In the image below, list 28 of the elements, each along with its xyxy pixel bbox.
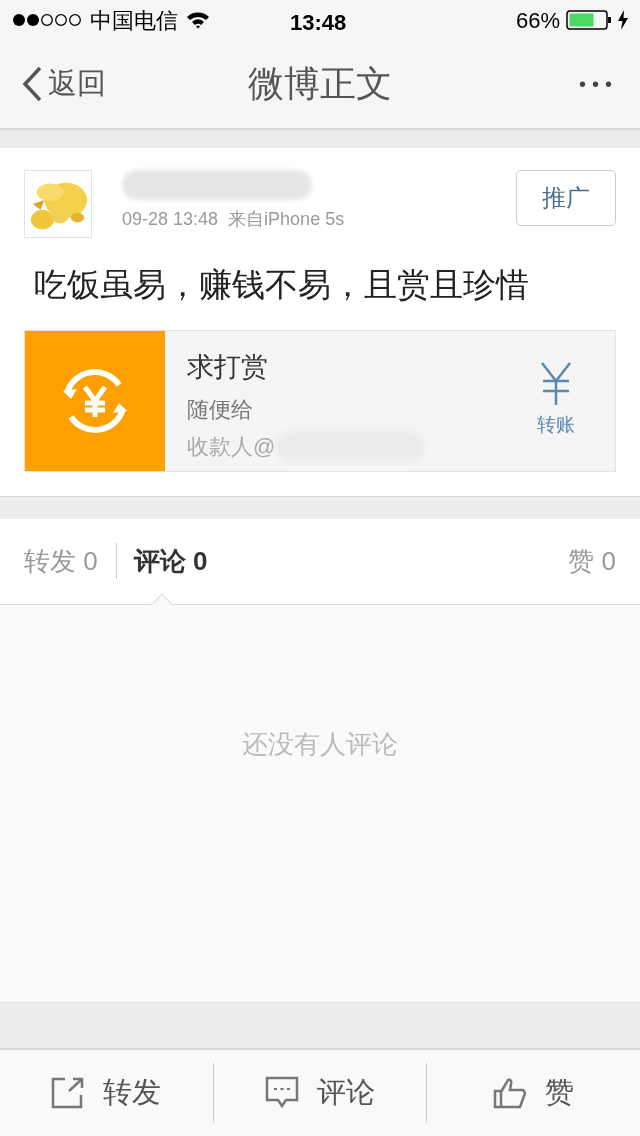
battery-percent: 66% [515,6,560,35]
comment-icon [265,1076,299,1110]
charging-icon [618,10,628,30]
signal-icon [12,13,84,27]
promote-button[interactable]: 推广 [516,170,616,226]
toolbar-button[interactable]: 转发 [0,1063,213,1123]
post-text: 吃饭虽易，赚钱不易，且赏且珍惜 [34,265,530,305]
yuan-icon [540,361,572,406]
toolbar-button[interactable]: 赞 [426,1063,640,1123]
carrier-name: 中国电信 [90,6,178,35]
page-title: 微博正文 [248,62,392,106]
thumbs-up-icon [493,1076,528,1110]
reward-title: 求打赏 [187,350,269,384]
share-icon [51,1077,86,1109]
empty-message: 还没有人评论 [242,727,398,761]
reward-subtitle: 随便给 [187,396,254,424]
post-source: 来自iPhone 5s [228,208,345,231]
status-time: 13:48 [290,9,347,37]
back-button[interactable]: 返回 [22,62,106,106]
back-icon [22,66,42,102]
more-button[interactable]: ••• [579,69,618,99]
transfer-link[interactable]: 转账 [537,411,575,440]
payee-label: 收款人@ [187,433,276,461]
toolbar-button[interactable]: 评论 [212,1063,427,1123]
reward-card[interactable]: 求打赏 随便给 收款人@ 转账 [24,329,616,472]
wifi-icon [186,11,210,29]
battery-icon [566,10,612,30]
post-time: 09-28 13:48 [122,208,219,231]
